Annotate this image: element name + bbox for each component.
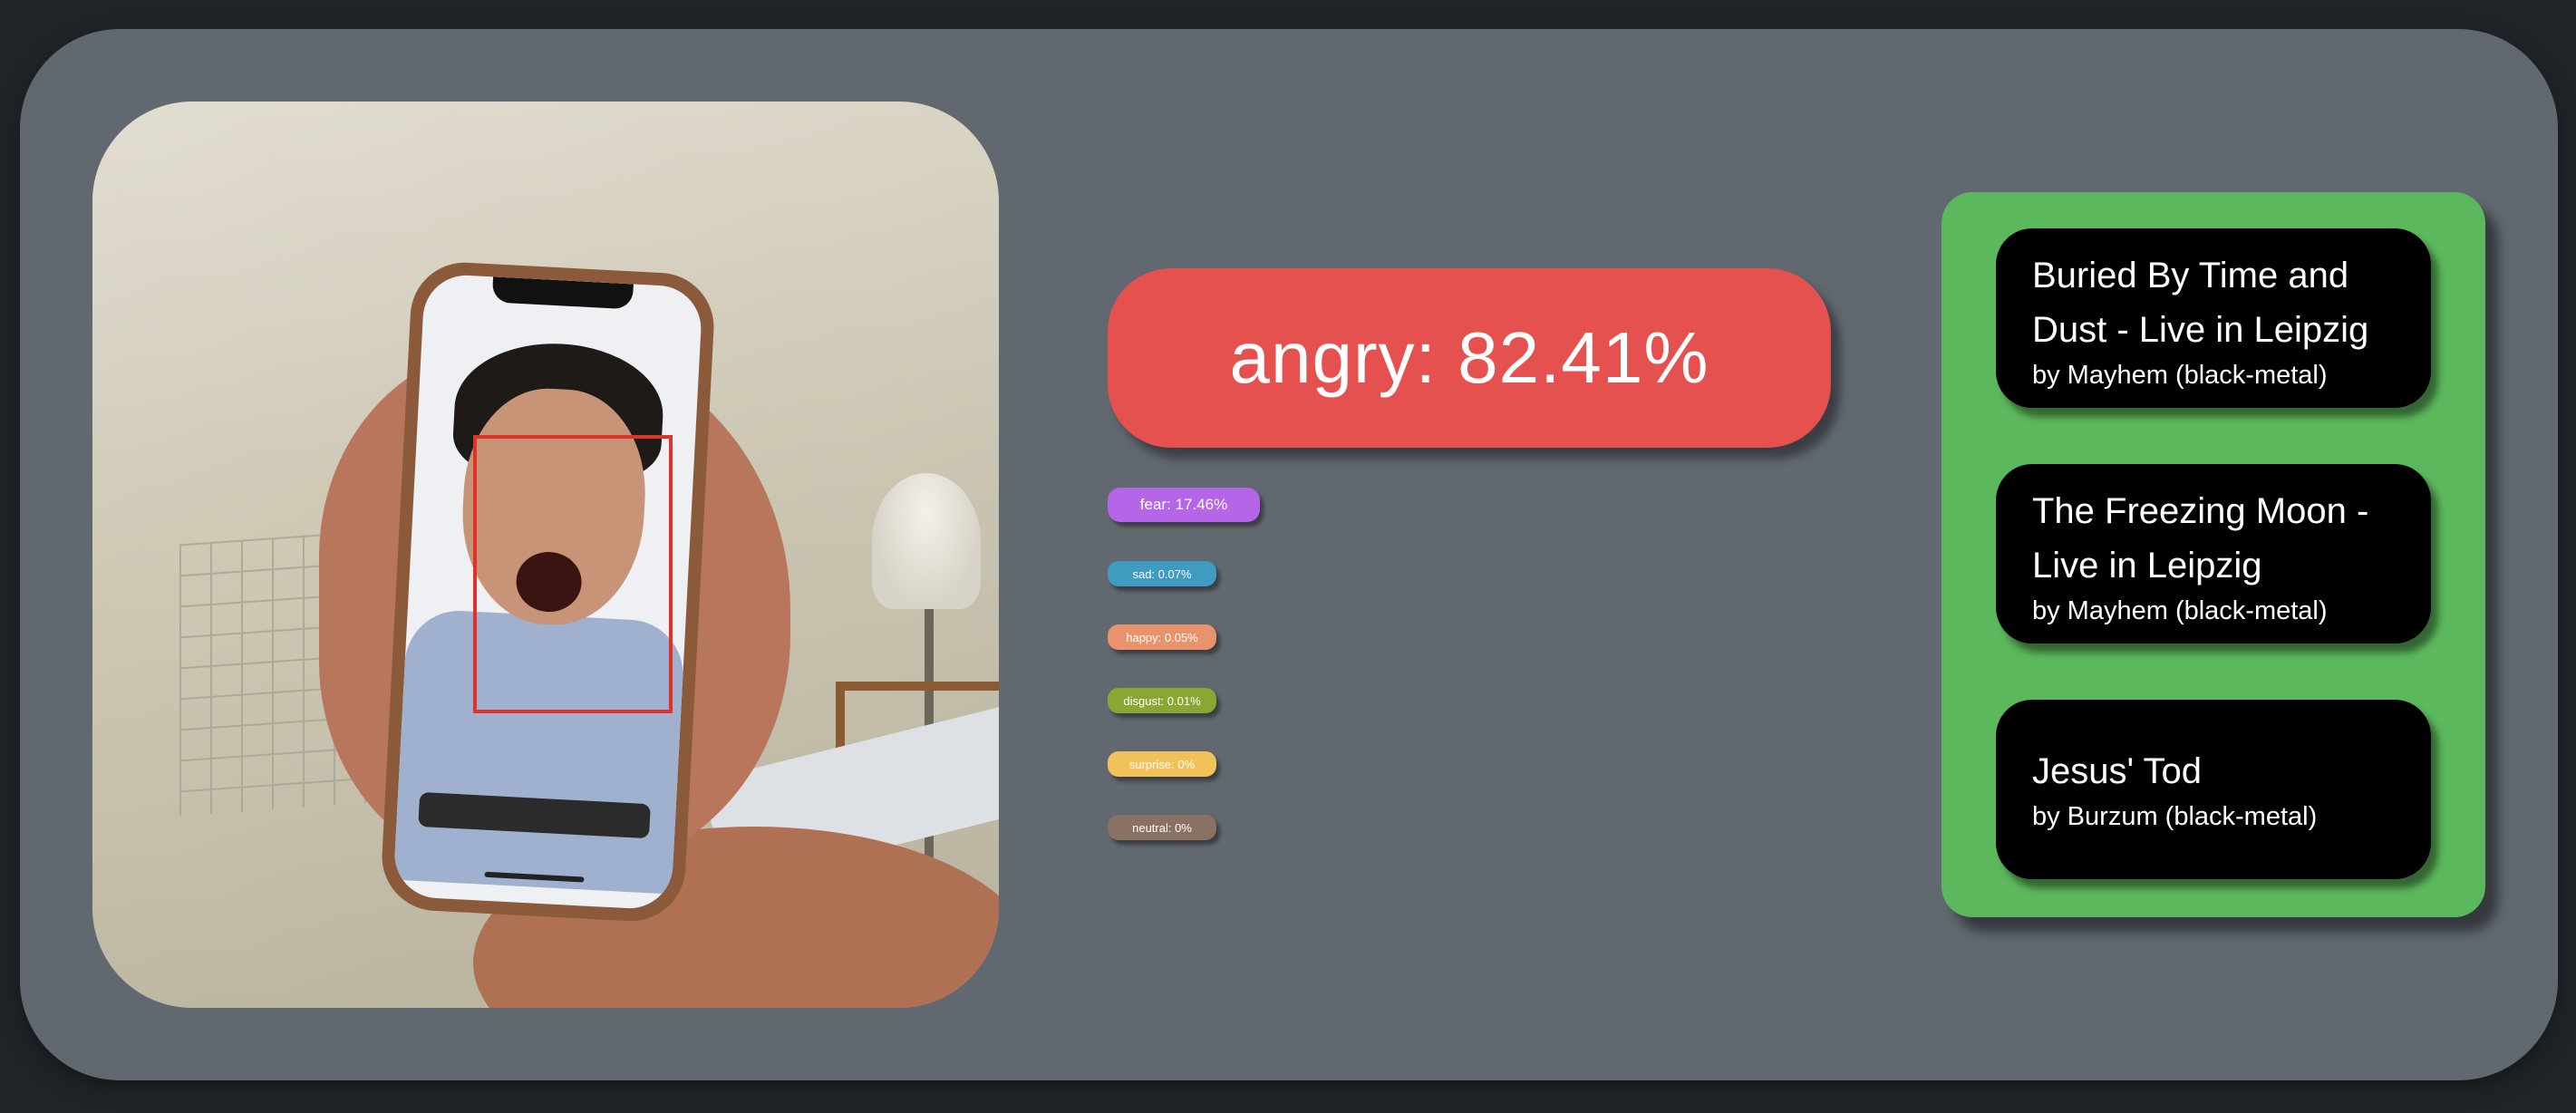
song-title: Buried By Time and Dust - Live in Leipzi… <box>2032 256 2369 350</box>
emotion-chip-happy: happy: 0.05% <box>1108 624 1216 650</box>
emotion-chip-surprise: surprise: 0% <box>1108 751 1216 777</box>
primary-emotion-badge: angry: 82.41% <box>1108 268 1831 448</box>
recommendations-panel: Buried By Time and Dust - Live in Leipzi… <box>1942 192 2485 917</box>
face-detection-box <box>473 435 673 713</box>
song-artist: by Mayhem (black-metal) <box>2032 361 2328 390</box>
emotion-chip-sad: sad: 0.07% <box>1108 561 1216 586</box>
lamp-shade <box>872 473 981 609</box>
emotion-chip-disgust: disgust: 0.01% <box>1108 688 1216 713</box>
primary-emotion-label: angry: 82.41% <box>1229 317 1709 398</box>
emotion-chip-fear: fear: 17.46% <box>1108 488 1260 522</box>
phone-notch <box>491 276 634 310</box>
song-artist: by Mayhem (black-metal) <box>2032 596 2328 625</box>
song-title: Jesus' Tod <box>2032 751 2203 791</box>
song-card[interactable]: The Freezing Moon - Live in Leipzig by M… <box>1996 464 2431 644</box>
song-card[interactable]: Jesus' Tod by Burzum (black-metal) <box>1996 700 2431 879</box>
emotion-chip-neutral: neutral: 0% <box>1108 815 1216 840</box>
song-artist: by Burzum (black-metal) <box>2032 802 2318 831</box>
song-title: The Freezing Moon - Live in Leipzig <box>2032 491 2369 586</box>
song-card[interactable]: Buried By Time and Dust - Live in Leipzi… <box>1996 228 2431 408</box>
